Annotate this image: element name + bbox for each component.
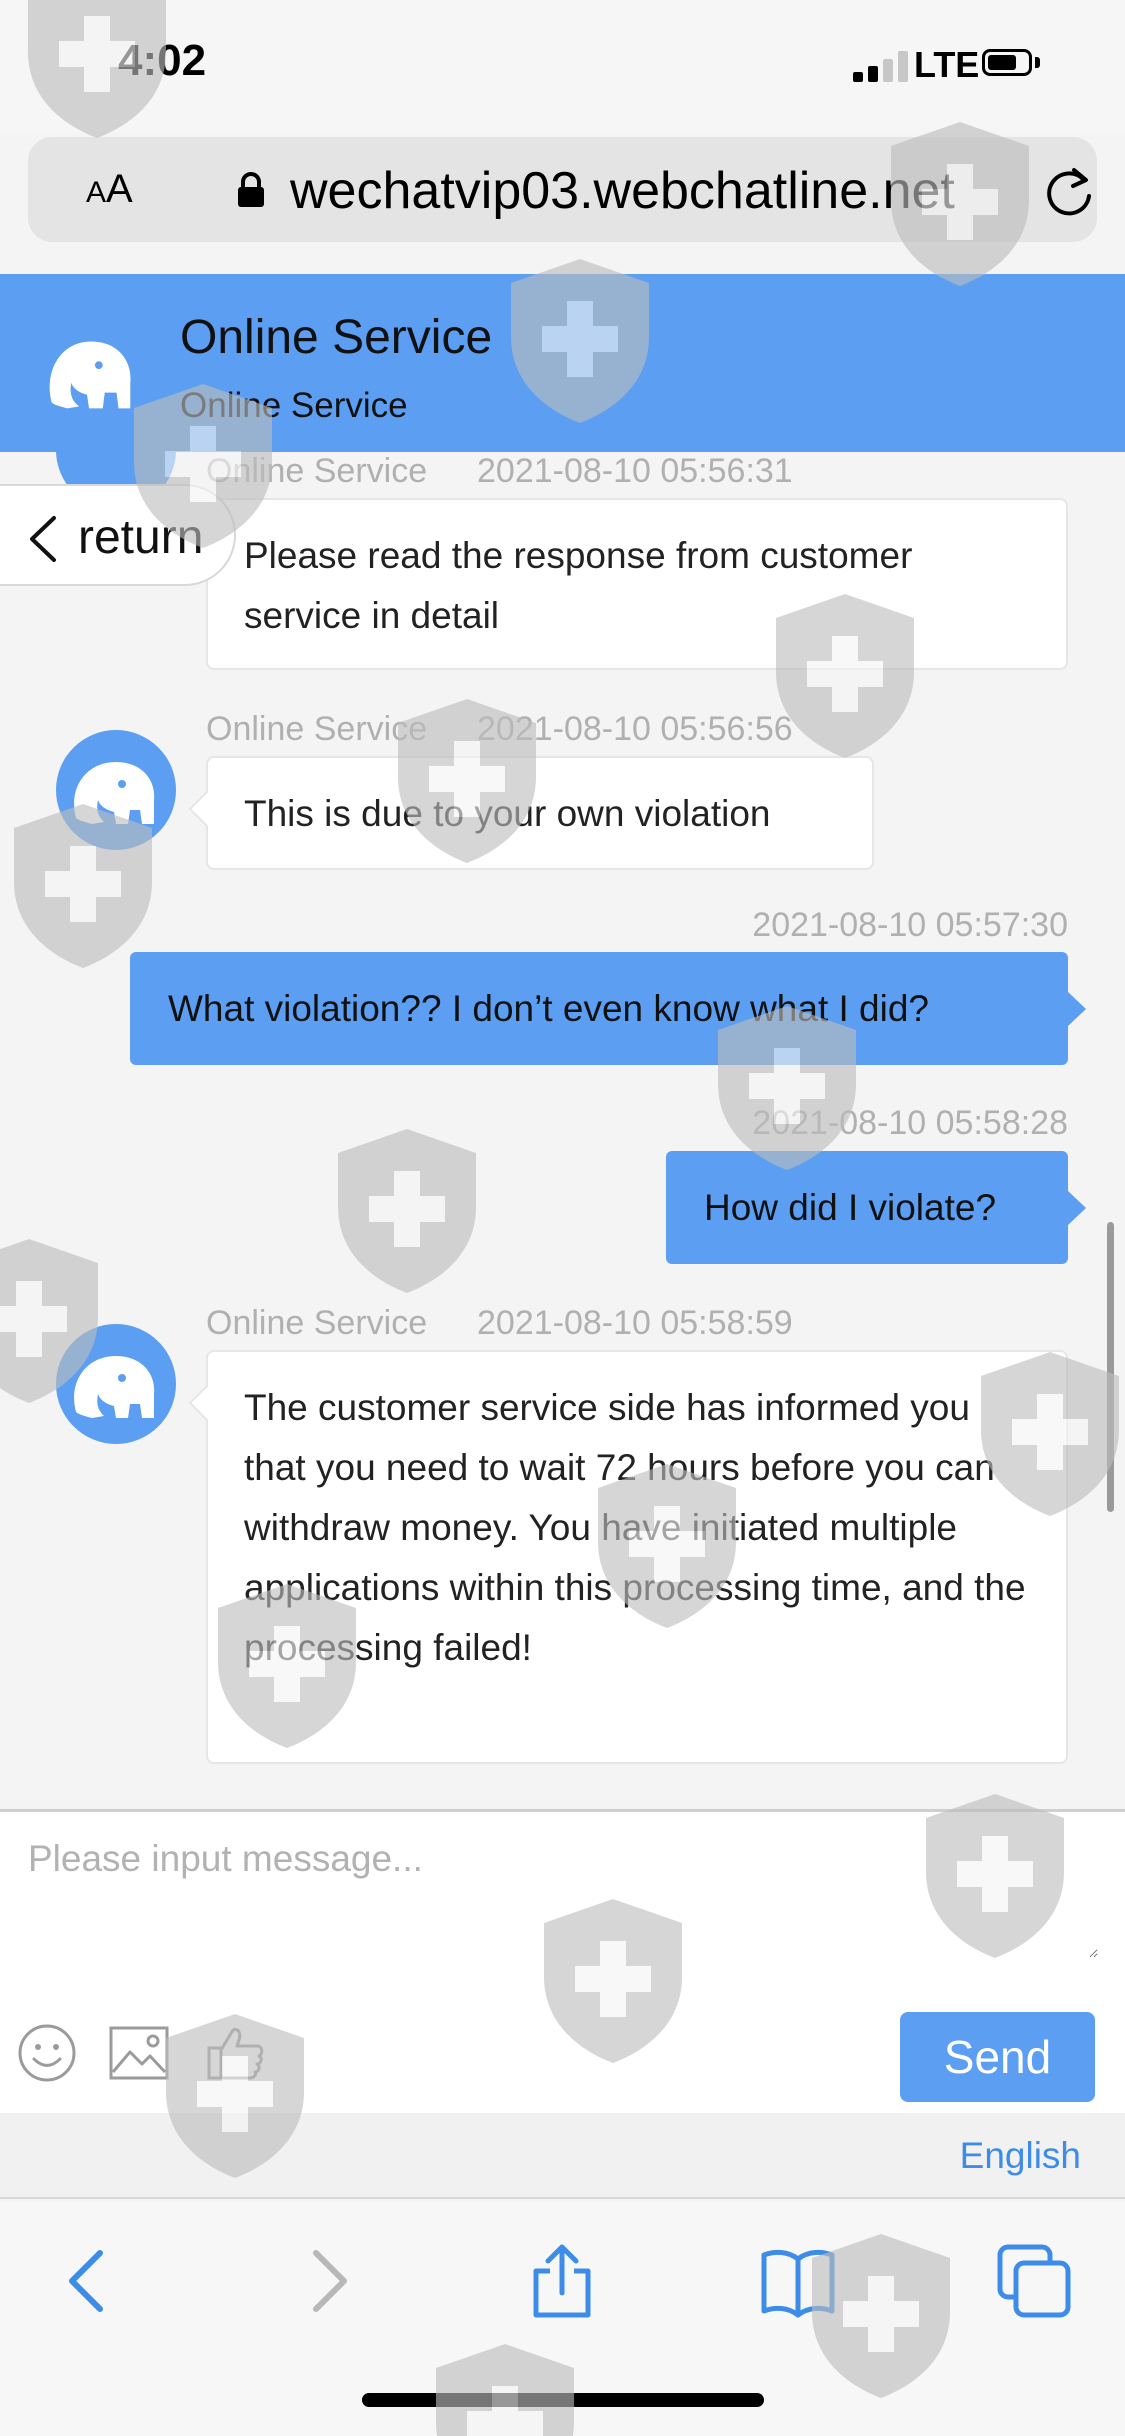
message-bubble-incoming: This is due to your own violation [206, 756, 874, 870]
chat-title: Online Service [180, 311, 493, 364]
text-size-small-label: A [86, 176, 107, 209]
send-button[interactable]: Send [900, 2012, 1095, 2102]
composer: Send [0, 1809, 1125, 2113]
message-sender: Online Service [206, 1304, 428, 1342]
text-size-large-label: A [106, 167, 133, 211]
message-sender: Online Service [206, 452, 428, 490]
elephant-avatar-icon [49, 341, 131, 409]
message-bubble-incoming: The customer service side has informed y… [206, 1350, 1068, 1764]
chevron-left-icon [30, 516, 56, 562]
message-time: 2021-08-10 05:56:56 [477, 710, 793, 748]
return-label: return [78, 511, 204, 564]
url-text[interactable]: wechatvip03.webchatline.net [290, 161, 955, 221]
status-bar: 4:02 LTE [0, 0, 1125, 132]
message-time: 2021-08-10 05:57:30 [752, 906, 1068, 944]
message-time: 2021-08-10 05:56:31 [477, 452, 793, 490]
scrollbar[interactable] [1107, 1222, 1114, 1512]
message-time: 2021-08-10 05:58:59 [477, 1304, 793, 1342]
chat-subtitle: Online Service [180, 386, 408, 425]
share-icon[interactable] [522, 2241, 602, 2321]
message-time: 2021-08-10 05:58:28 [752, 1104, 1068, 1142]
signal-strength-icon [853, 50, 909, 82]
reload-icon[interactable] [1040, 164, 1098, 222]
language-bar: English [0, 2113, 1125, 2199]
lock-icon [238, 172, 264, 207]
return-button[interactable]: return [0, 484, 236, 586]
message-bubble-incoming: Please read the response from customer s… [206, 498, 1068, 670]
image-icon[interactable] [108, 2022, 170, 2084]
message-bubble-outgoing: What violation?? I don’t even know what … [130, 952, 1086, 1065]
address-bar[interactable]: AA wechatvip03.webchatline.net [28, 137, 1097, 242]
chat-header: Online Service Online Service [0, 274, 1125, 452]
message-input[interactable] [28, 1838, 1098, 1958]
battery-cap [1035, 57, 1040, 68]
emoji-icon[interactable] [16, 2022, 78, 2084]
home-indicator [362, 2393, 764, 2407]
bookmarks-icon[interactable] [758, 2241, 838, 2321]
tabs-icon[interactable] [994, 2241, 1074, 2321]
status-time: 4:02 [118, 36, 207, 85]
chat-messages[interactable]: Online Service 2021-08-10 05:56:31 Pleas… [0, 452, 1125, 1809]
elephant-avatar-icon [56, 1324, 176, 1444]
thumbs-up-icon[interactable] [205, 2022, 267, 2084]
message-sender: Online Service [206, 710, 428, 748]
back-icon[interactable] [48, 2241, 128, 2321]
elephant-avatar-icon [56, 730, 176, 850]
battery-icon [982, 49, 1032, 76]
forward-icon[interactable] [288, 2241, 368, 2321]
text-size-button[interactable]: AA [86, 167, 133, 212]
message-bubble-outgoing: How did I violate? [666, 1151, 1086, 1264]
network-type: LTE [914, 44, 980, 85]
language-link[interactable]: English [960, 2135, 1081, 2177]
